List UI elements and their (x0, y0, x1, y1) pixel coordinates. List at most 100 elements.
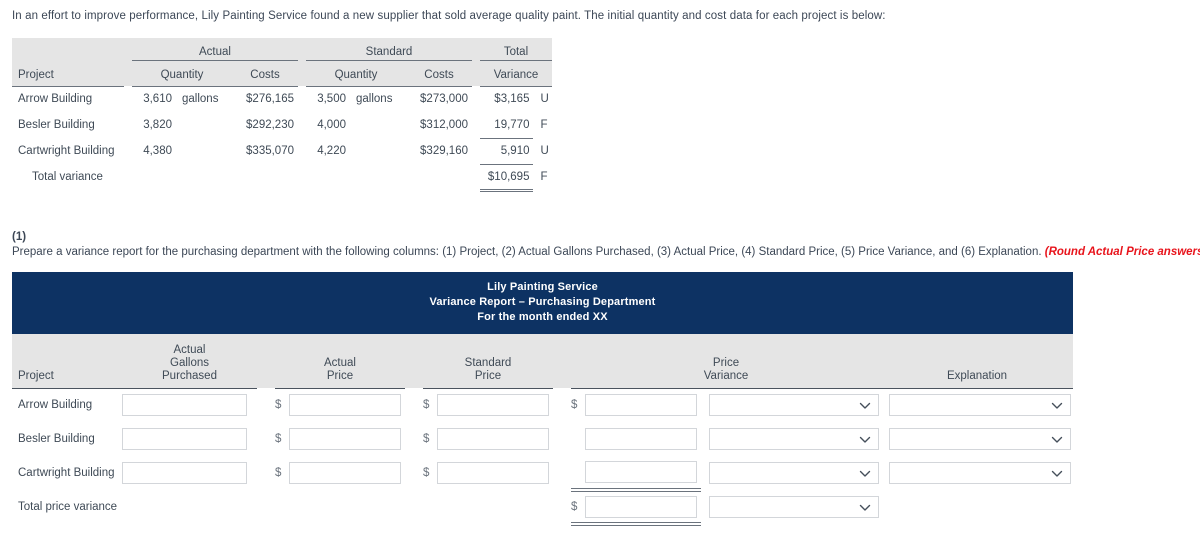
form-col-header-gap-1 (257, 334, 275, 388)
row-actual-quantity: 4,380 (143, 145, 172, 157)
data-table-group-header-row: Actual Standard Total (12, 38, 552, 61)
form-cell-price-variance-select (701, 388, 881, 422)
explanation-select[interactable] (889, 462, 1072, 484)
form-col-header-standard-price: Standard Price (423, 334, 553, 389)
form-cell-gap (257, 456, 275, 490)
col-header-standard-quantity: Quantity (306, 60, 406, 87)
form-cell-actual-gallons (122, 456, 257, 490)
form-col-header-project: Project (12, 334, 122, 389)
variance-report-table: Project Actual Gallons Purchased Actual … (12, 334, 1074, 526)
group-header-blank (12, 38, 124, 60)
actual-price-input[interactable] (289, 394, 401, 417)
row-standard-quantity: 3,500 (317, 93, 346, 106)
explanation-select[interactable] (889, 394, 1072, 417)
row-standard-costs: $273,000 (420, 93, 468, 106)
total-price-variance-label: Total price variance (18, 501, 118, 513)
form-col-header-actual-price: Actual Price (275, 334, 405, 389)
form-cell-explanation (881, 456, 1073, 490)
standard-price-input[interactable] (437, 462, 549, 484)
header-line-2: Price (326, 369, 354, 382)
total-price-variance-input[interactable] (585, 496, 697, 518)
row-actual-costs: $335,070 (246, 145, 294, 157)
col-header-spacer-3 (472, 60, 480, 86)
header-line-2: Price (474, 369, 502, 382)
form-cell-total-price-variance-select (701, 490, 881, 524)
dollar-sign-standard-price: $ (423, 467, 430, 479)
row-standard-unit (350, 138, 406, 164)
form-cell-price-variance-select (701, 456, 881, 490)
data-table-column-header-row: Project Quantity Costs Quantity Costs Va… (12, 60, 552, 87)
row-variance: 5,910 (480, 137, 534, 164)
actual-gallons-input[interactable] (122, 462, 247, 484)
row-project-label: Cartwright Building (18, 145, 115, 157)
form-cell-gap (553, 422, 571, 456)
total-variance-flag: F (540, 171, 548, 183)
actual-gallons-input[interactable] (122, 394, 247, 417)
dollar-sign-actual-price: $ (275, 467, 282, 479)
price-variance-input[interactable] (585, 394, 697, 417)
price-variance-select[interactable] (709, 394, 879, 417)
chevron-down-icon (1051, 434, 1063, 445)
chevron-down-icon (1051, 468, 1063, 479)
report-banner: Lily Painting Service Variance Report – … (12, 272, 1073, 334)
row-variance-flag: U (540, 93, 549, 106)
col-header-project: Project (12, 60, 124, 87)
form-cell-gap (553, 456, 571, 490)
price-variance-select[interactable] (709, 462, 879, 484)
row-actual-unit (176, 112, 232, 138)
form-cell-price-variance: $ (571, 388, 701, 422)
form-row-label: Cartwright Building (18, 467, 115, 479)
header-line-1: Standard (464, 356, 512, 369)
page-root: In an effort to improve performance, Lil… (0, 0, 1200, 555)
row-variance-flag: F (540, 119, 548, 131)
total-price-variance-select[interactable] (709, 496, 879, 518)
form-cell-actual-price: $ (275, 388, 405, 422)
row-standard-costs: $329,160 (420, 145, 468, 157)
row-actual-quantity: 3,610 (143, 93, 172, 106)
form-cell-price-variance (571, 456, 701, 492)
table-row: Cartwright Building 4,380 $335,070 4,220… (12, 137, 552, 164)
form-cell-actual-price: $ (275, 456, 405, 490)
standard-price-input[interactable] (437, 394, 549, 417)
actual-gallons-input[interactable] (122, 428, 247, 450)
question-hint: (Round Actual Price answers to 2 decimal… (1044, 246, 1200, 258)
explanation-select[interactable] (889, 428, 1072, 450)
chevron-down-icon (859, 434, 871, 445)
form-cell-gap (405, 388, 423, 422)
table-total-row: Total variance $10,695 F (12, 163, 552, 192)
question-text: Prepare a variance report for the purcha… (12, 246, 1200, 258)
header-line-1: Price (712, 356, 740, 369)
form-row: Arrow Building $ $ $ (12, 388, 1073, 422)
header-line-2: Gallons (170, 356, 209, 369)
standard-price-input[interactable] (437, 428, 549, 450)
form-cell-price-variance-select (701, 422, 881, 456)
form-cell-standard-price: $ (423, 388, 553, 422)
form-cell-actual-price: $ (275, 422, 405, 456)
chevron-down-icon (859, 468, 871, 479)
dollar-sign-actual-price: $ (275, 399, 282, 412)
intro-text: In an effort to improve performance, Lil… (12, 10, 886, 22)
row-project-label: Besler Building (18, 119, 95, 131)
form-col-header-actual-gallons-purchased: Actual Gallons Purchased (122, 334, 257, 389)
actual-price-input[interactable] (289, 462, 401, 484)
form-cell-empty (275, 490, 405, 524)
total-variance-value: $10,695 (480, 163, 534, 192)
row-actual-costs: $276,165 (246, 93, 294, 106)
row-actual-quantity: 3,820 (143, 119, 172, 131)
actual-price-input[interactable] (289, 428, 401, 450)
form-row-label: Arrow Building (18, 399, 93, 412)
price-variance-input[interactable] (585, 428, 697, 450)
price-variance-input[interactable] (585, 461, 697, 483)
col-header-spacer-2 (298, 60, 306, 86)
form-row-label: Besler Building (18, 433, 95, 445)
variance-report: Lily Painting Service Variance Report – … (12, 272, 1074, 526)
report-company-name: Lily Painting Service (487, 281, 598, 293)
price-variance-select[interactable] (709, 428, 879, 450)
form-cell-empty (423, 490, 553, 524)
header-line-1: Actual (324, 356, 356, 369)
form-cell-standard-price: $ (423, 422, 553, 456)
form-col-header-price-variance: Price Variance (571, 334, 882, 389)
form-cell-price-variance (571, 422, 701, 456)
dollar-sign-standard-price: $ (423, 433, 430, 445)
report-period: For the month ended XX (477, 311, 608, 323)
